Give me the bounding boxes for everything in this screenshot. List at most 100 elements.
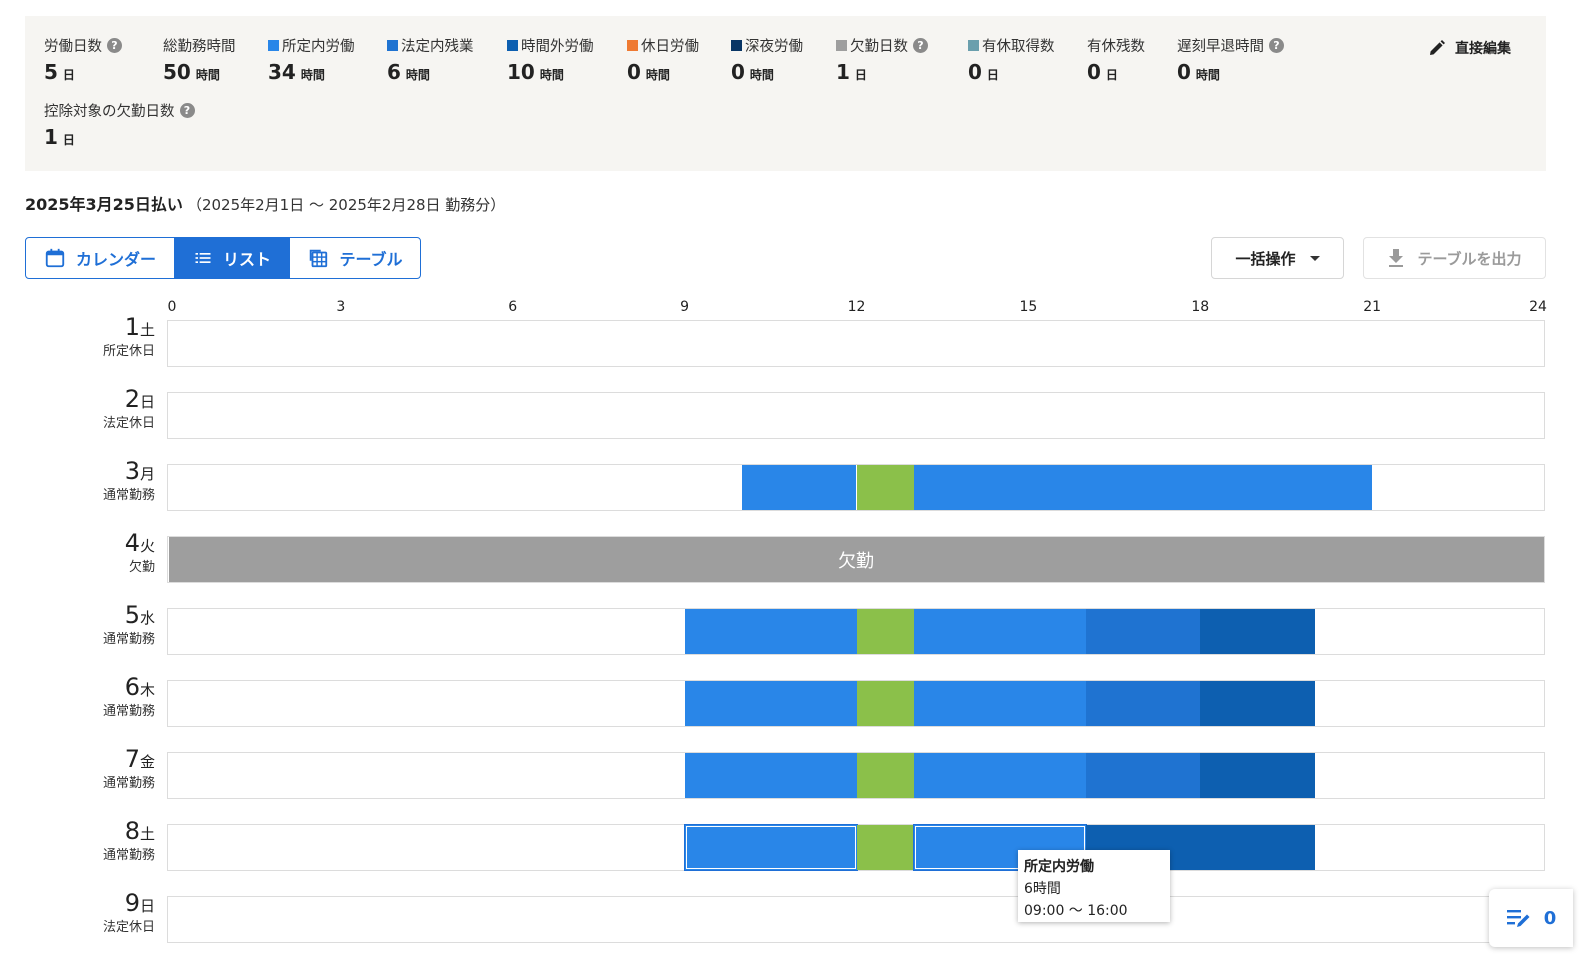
stat-label-text: 深夜労働 [745, 38, 803, 55]
stat-label-text: 時間外労働 [521, 38, 594, 55]
work-range: （2025年2月1日 〜 2025年2月28日 勤務分） [186, 196, 506, 214]
stat-value: 5日 [44, 60, 122, 84]
segment-tooltip: 所定内労働 6時間 09:00 〜 16:00 [1018, 850, 1170, 922]
stat-number: 6 [387, 60, 401, 84]
day-number: 7 [124, 745, 140, 773]
bulk-action-dropdown[interactable]: 一括操作 [1211, 237, 1344, 279]
axis-tick-label: 0 [167, 299, 177, 315]
segment-scheduled[interactable] [684, 609, 857, 654]
segment-overtime[interactable] [1200, 609, 1315, 654]
stat-unit: 時間 [300, 68, 325, 82]
legend-swatch [968, 39, 979, 51]
day-type: 所定休日 [102, 344, 155, 359]
stat-value: 0日 [1087, 60, 1145, 84]
day-type: 通常勤務 [102, 776, 155, 791]
stat-unit: 日 [1105, 68, 1118, 82]
edit-list-icon [1506, 910, 1530, 927]
day-track[interactable] [167, 320, 1545, 367]
stat-number: 0 [1087, 60, 1101, 84]
list-view-button[interactable]: リスト [174, 238, 289, 278]
segment-break[interactable] [856, 465, 914, 510]
day-weekday: 土 [139, 321, 155, 339]
segment-scheduled[interactable] [684, 753, 857, 798]
stat-number: 0 [627, 60, 641, 84]
direct-edit-button[interactable]: 直接編集 [1429, 38, 1511, 58]
day-track[interactable] [167, 752, 1545, 799]
stat-label: 総勤務時間 [163, 35, 236, 55]
export-table-button[interactable]: テーブルを出力 [1363, 237, 1546, 279]
stat-label-text: 有休取得数 [982, 38, 1055, 55]
day-label: 2日 法定休日 [103, 385, 155, 431]
stat-label-text: 所定内労働 [282, 38, 355, 55]
stat-label: 有休残数 [1087, 35, 1145, 55]
stat-label: 休日労働 [627, 35, 699, 55]
segment-scheduled[interactable] [684, 825, 857, 870]
calendar-view-label: カレンダー [75, 250, 156, 269]
segment-legal_overtime[interactable] [1085, 753, 1201, 798]
day-label: 9日 法定休日 [103, 889, 155, 935]
table-view-button[interactable]: テーブル [289, 238, 420, 278]
day-track[interactable] [167, 896, 1545, 943]
day-track[interactable] [167, 392, 1545, 439]
day-type: 法定休日 [102, 416, 155, 431]
segment-break[interactable] [856, 681, 914, 726]
axis-tick-label: 9 [680, 299, 690, 315]
day-heading: 1土 [103, 313, 155, 341]
help-icon[interactable]: ? [1269, 37, 1284, 53]
stat-number: 1 [44, 125, 58, 149]
segment-scheduled[interactable] [913, 753, 1086, 798]
stat-value: 0 時間 [1177, 60, 1284, 84]
legend-swatch [627, 39, 638, 51]
absence-label: 欠勤 [838, 550, 874, 572]
day-weekday: 木 [139, 681, 155, 699]
help-icon[interactable]: ? [913, 37, 928, 53]
segment-legal_overtime[interactable] [1085, 681, 1201, 726]
day-track[interactable] [167, 824, 1545, 871]
day-number: 3 [124, 457, 140, 485]
day-weekday: 金 [139, 753, 155, 771]
day-weekday: 水 [139, 609, 155, 627]
tooltip-title: 所定内労働 [1024, 859, 1094, 875]
legend-swatch [836, 39, 847, 51]
stat-value: 34 時間 [268, 60, 355, 84]
list-icon [195, 253, 211, 263]
stat-value: 0 時間 [627, 60, 699, 84]
segment-break[interactable] [856, 609, 914, 654]
stat-9: 有休残数 0 日 [1087, 35, 1145, 85]
stat-label-text: 控除対象の欠勤日数 [44, 103, 175, 120]
stat-unit: 日 [854, 68, 867, 82]
day-track[interactable] [167, 680, 1545, 727]
day-track[interactable]: 欠勤 [167, 536, 1545, 583]
memo-fab-button[interactable]: 0 [1489, 889, 1573, 947]
stat-value: 0日 [968, 60, 1055, 84]
segment-break[interactable] [856, 825, 914, 870]
day-heading: 9日 [103, 889, 155, 917]
segment-scheduled[interactable] [913, 609, 1086, 654]
day-label: 6木 通常勤務 [103, 673, 155, 719]
help-icon[interactable]: ? [179, 102, 195, 118]
segment-scheduled[interactable] [913, 465, 1373, 510]
stat-unit: 時間 [749, 68, 774, 82]
segment-scheduled[interactable] [913, 681, 1086, 726]
legend-swatch [507, 39, 518, 51]
stat-number: 0 [968, 60, 982, 84]
day-track[interactable] [167, 464, 1545, 511]
calendar-view-button[interactable]: カレンダー [26, 238, 174, 278]
segment-legal_overtime[interactable] [1085, 609, 1201, 654]
stat-label: 欠勤日数? [836, 35, 928, 55]
day-heading: 5水 [103, 601, 155, 629]
segment-scheduled[interactable] [741, 465, 857, 510]
stat-10: 遅刻早退時間? 0 時間 [1177, 35, 1284, 84]
day-heading: 8土 [103, 817, 155, 845]
day-number: 2 [124, 385, 140, 413]
day-type: 通常勤務 [102, 704, 155, 719]
day-track[interactable] [167, 608, 1545, 655]
stat-3: 法定内残業 6 時間 [387, 35, 474, 84]
legend-swatch [731, 39, 742, 51]
segment-scheduled[interactable] [684, 681, 857, 726]
table-icon [310, 249, 328, 268]
help-icon[interactable]: ? [107, 37, 122, 53]
segment-overtime[interactable] [1200, 681, 1315, 726]
segment-overtime[interactable] [1200, 753, 1315, 798]
segment-break[interactable] [856, 753, 914, 798]
